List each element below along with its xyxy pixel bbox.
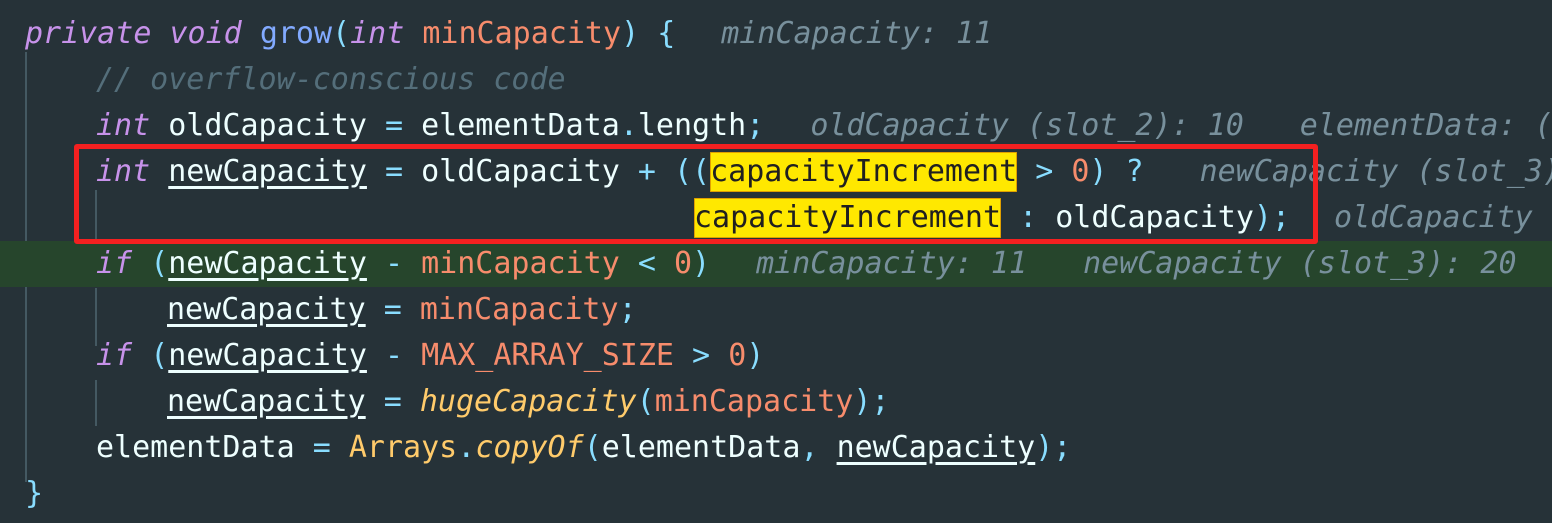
var-oldcapacity[interactable]: oldCapacity xyxy=(168,108,367,143)
var-newcapacity[interactable]: newCapacity xyxy=(168,246,367,281)
var-newcapacity[interactable]: newCapacity xyxy=(167,384,366,419)
literal-zero: 0 xyxy=(728,338,747,373)
paren-open: ( xyxy=(583,430,602,465)
semicolon: ; xyxy=(618,292,637,327)
brace-open: { xyxy=(657,16,676,51)
code-line-4[interactable]: int newCapacity = oldCapacity + ((capaci… xyxy=(0,149,1552,195)
assign-operator: = xyxy=(365,292,420,327)
method-hugecapacity[interactable]: hugeCapacity xyxy=(420,384,637,419)
inline-hint-mincapacity-l1[interactable]: minCapacity: 11 xyxy=(675,16,992,51)
brace-close: } xyxy=(25,476,44,511)
semicolon: ; xyxy=(746,108,765,143)
paren-close: ) xyxy=(621,16,640,51)
paren-close: ) xyxy=(692,246,711,281)
keyword-if: if xyxy=(96,246,133,281)
comment-overflow-conscious: // overflow-conscious code xyxy=(96,62,566,97)
var-oldcapacity[interactable]: oldCapacity xyxy=(1055,200,1254,235)
code-line-6-current[interactable]: if (newCapacity - minCapacity < 0) minCap… xyxy=(0,241,1552,287)
code-editor-viewport[interactable]: private void grow(int minCapacity) {minC… xyxy=(0,0,1552,523)
field-elementdata[interactable]: elementData xyxy=(421,108,620,143)
code-line-2[interactable]: // overflow-conscious code xyxy=(0,57,1552,103)
inline-hint-oldcapacity-l5[interactable]: oldCapacity xyxy=(1290,200,1533,235)
paren-close-semicolon: ); xyxy=(1253,200,1291,235)
method-name-grow[interactable]: grow xyxy=(260,16,332,51)
const-max-array-size[interactable]: MAX_ARRAY_SIZE xyxy=(421,338,674,373)
code-line-8[interactable]: if (newCapacity - MAX_ARRAY_SIZE > 0) xyxy=(0,333,1552,379)
param-mincapacity[interactable]: minCapacity xyxy=(655,384,854,419)
greater-than-operator: > xyxy=(1017,154,1072,189)
paren-open-double: (( xyxy=(674,154,711,189)
paren-close: ) xyxy=(1089,154,1108,189)
inline-hint-oldcapacity-l3[interactable]: oldCapacity (slot_2): 10 xyxy=(764,108,1243,143)
keyword-private: private xyxy=(25,16,152,51)
paren-open: ( xyxy=(150,338,169,373)
inline-hint-mincapacity-l6[interactable]: minCapacity: 11 xyxy=(710,246,1027,281)
var-newcapacity[interactable]: newCapacity xyxy=(167,292,366,327)
paren-open: ( xyxy=(636,384,655,419)
paren-open: ( xyxy=(332,16,351,51)
inline-hint-newcapacity-l6[interactable]: newCapacity (slot_3): 20 xyxy=(1027,246,1516,281)
code-line-9[interactable]: newCapacity = hugeCapacity(minCapacity); xyxy=(0,379,1552,425)
code-line-11[interactable]: } xyxy=(0,471,1552,517)
param-mincapacity[interactable]: minCapacity xyxy=(422,16,621,51)
var-newcapacity[interactable]: newCapacity xyxy=(168,338,367,373)
paren-open: ( xyxy=(150,246,169,281)
field-length[interactable]: length xyxy=(638,108,746,143)
highlight-capacityincrement-l4[interactable]: capacityIncrement xyxy=(710,152,1018,192)
arg-newcapacity[interactable]: newCapacity xyxy=(837,430,1036,465)
minus-operator: - xyxy=(366,338,422,373)
keyword-void: void xyxy=(169,16,242,51)
keyword-if: if xyxy=(96,338,133,373)
paren-close-semicolon: ); xyxy=(1035,430,1072,465)
paren-close-semicolon: ); xyxy=(853,384,890,419)
keyword-int: int xyxy=(96,108,151,143)
var-newcapacity[interactable]: newCapacity xyxy=(168,154,367,189)
code-line-3[interactable]: int oldCapacity = elementData.length; old… xyxy=(0,103,1552,149)
field-elementdata[interactable]: elementData xyxy=(96,430,295,465)
method-copyof[interactable]: copyOf xyxy=(475,430,583,465)
assign-operator: = xyxy=(365,384,420,419)
assign-operator: = xyxy=(366,108,422,143)
literal-zero: 0 xyxy=(1071,154,1090,189)
highlight-capacityincrement-l5[interactable]: capacityIncrement xyxy=(694,198,1002,238)
param-mincapacity[interactable]: minCapacity xyxy=(421,246,620,281)
arg-elementdata[interactable]: elementData xyxy=(602,430,801,465)
var-oldcapacity[interactable]: oldCapacity xyxy=(421,154,620,189)
comma: , xyxy=(800,430,837,465)
dot: . xyxy=(619,108,638,143)
assign-operator: = xyxy=(294,430,349,465)
class-arrays[interactable]: Arrays xyxy=(349,430,457,465)
plus-operator: + xyxy=(619,154,674,189)
inline-hint-elementdata-l3[interactable]: elementData: ( xyxy=(1244,108,1552,143)
code-line-1[interactable]: private void grow(int minCapacity) {minC… xyxy=(0,11,1552,57)
paren-close: ) xyxy=(746,338,765,373)
dot: . xyxy=(457,430,476,465)
ternary-question: ? xyxy=(1107,154,1144,189)
literal-zero: 0 xyxy=(674,246,693,281)
less-than-operator: < xyxy=(619,246,674,281)
ternary-colon: : xyxy=(1001,200,1056,235)
code-line-5[interactable]: capacityIncrement : oldCapacity); oldCapa… xyxy=(0,195,1552,241)
inline-hint-newcapacity-l4[interactable]: newCapacity (slot_3) xyxy=(1144,154,1552,189)
code-line-10[interactable]: elementData = Arrays.copyOf(elementData,… xyxy=(0,425,1552,471)
code-line-7[interactable]: newCapacity = minCapacity; xyxy=(0,287,1552,333)
assign-operator: = xyxy=(366,154,422,189)
param-mincapacity[interactable]: minCapacity xyxy=(420,292,619,327)
keyword-int: int xyxy=(350,16,405,51)
keyword-int: int xyxy=(96,154,151,189)
greater-than-operator: > xyxy=(674,338,729,373)
minus-operator: - xyxy=(366,246,422,281)
